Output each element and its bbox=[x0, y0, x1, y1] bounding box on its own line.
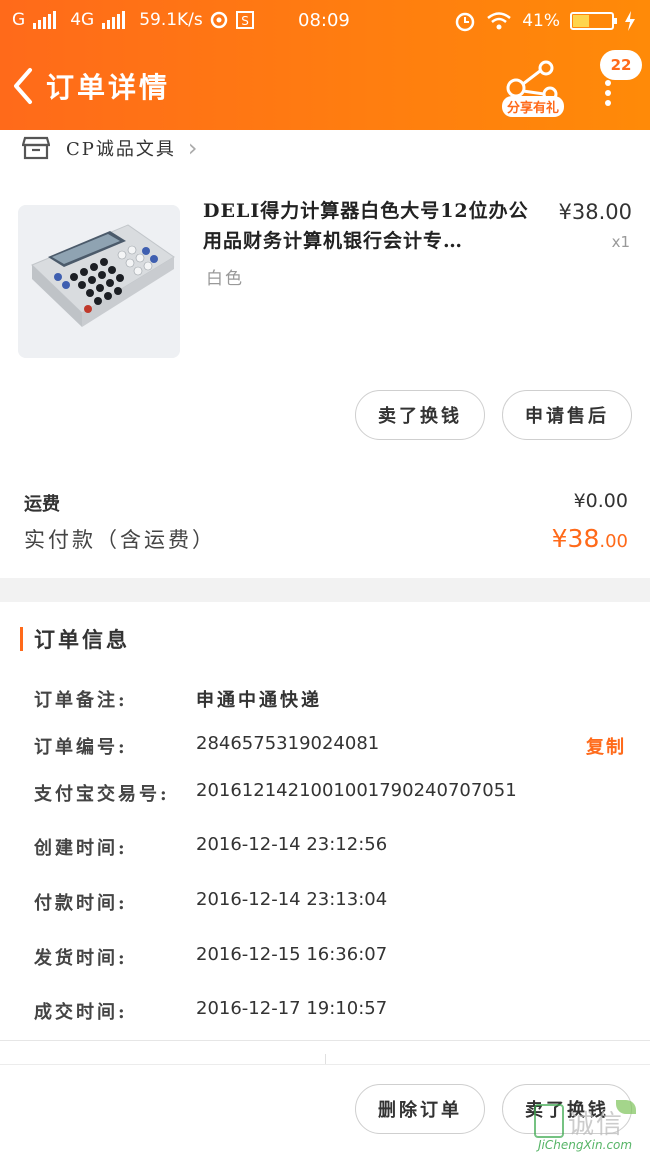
info-label: 成交时间: bbox=[34, 1002, 128, 1023]
product-quantity: x1 bbox=[611, 233, 630, 251]
paid-amount-value: ¥38.00 bbox=[552, 524, 628, 553]
shop-row[interactable]: CP诚品文具 › bbox=[22, 133, 198, 163]
info-label: 支付宝交易号: bbox=[34, 784, 170, 805]
charging-icon bbox=[625, 11, 635, 31]
chevron-right-icon: › bbox=[187, 134, 198, 162]
top-bar: G 4G 59.1K/s S 08:09 41% 订单详情 分享有礼 22 bbox=[0, 0, 650, 130]
after-sales-button[interactable]: 申请售后 bbox=[502, 390, 632, 440]
section-divider bbox=[0, 578, 650, 602]
info-label: 订单编号: bbox=[34, 737, 128, 758]
created-time-value: 2016-12-14 23:12:56 bbox=[196, 834, 388, 855]
completed-time-value: 2016-12-17 19:10:57 bbox=[196, 998, 388, 1019]
product-variant: 白色 bbox=[206, 269, 244, 289]
divider-tick bbox=[325, 1054, 326, 1064]
shop-name: CP诚品文具 bbox=[66, 139, 176, 160]
product-price: ¥38.00 bbox=[558, 200, 632, 224]
status-bar-right: 41% bbox=[454, 10, 636, 32]
clock: 08:09 bbox=[298, 10, 350, 31]
network-label: 4G bbox=[70, 10, 95, 30]
info-label: 付款时间: bbox=[34, 893, 128, 914]
message-count-badge[interactable]: 22 bbox=[600, 50, 642, 80]
paid-time-value: 2016-12-14 23:13:04 bbox=[196, 889, 388, 910]
calculator-image bbox=[18, 205, 180, 358]
delete-order-button[interactable]: 删除订单 bbox=[355, 1084, 485, 1134]
order-number-value: 2846575319024081 bbox=[196, 733, 380, 754]
signal-icon bbox=[33, 11, 57, 29]
order-info-title: 订单信息 bbox=[34, 627, 130, 652]
paid-amount-label: 实付款（含运费） bbox=[24, 528, 216, 552]
more-options-button[interactable] bbox=[600, 80, 616, 106]
resell-button-bottom[interactable]: 卖了换钱 bbox=[502, 1084, 632, 1134]
network-speed: 59.1K/s bbox=[139, 10, 203, 30]
alarm-icon bbox=[455, 12, 475, 32]
app-notification-icon: S bbox=[235, 11, 254, 29]
battery-icon bbox=[570, 12, 617, 30]
shipped-time-value: 2016-12-15 16:36:07 bbox=[196, 944, 388, 965]
carrier-label: G bbox=[12, 10, 26, 30]
info-row-note: 订单备注: 申通中通快递 bbox=[0, 686, 650, 716]
info-label: 发货时间: bbox=[34, 948, 128, 969]
store-icon bbox=[22, 136, 50, 160]
info-row-shipped: 发货时间: 2016-12-15 16:36:07 bbox=[0, 944, 650, 974]
page-title: 订单详情 bbox=[46, 71, 171, 104]
battery-percent: 41% bbox=[522, 11, 560, 31]
product-image[interactable] bbox=[18, 205, 180, 358]
paid-amount-integer: ¥38 bbox=[551, 524, 600, 553]
info-row-paid: 付款时间: 2016-12-14 23:13:04 bbox=[0, 889, 650, 919]
sync-icon bbox=[210, 11, 228, 29]
divider bbox=[0, 1040, 650, 1041]
alipay-trade-number-value: 2016121421001001790240707051 bbox=[196, 780, 517, 801]
info-row-created: 创建时间: 2016-12-14 23:12:56 bbox=[0, 834, 650, 864]
back-button[interactable] bbox=[8, 64, 42, 108]
info-label: 创建时间: bbox=[34, 838, 128, 859]
bottom-bar-border bbox=[0, 1064, 650, 1065]
status-bar-left: G 4G 59.1K/s S bbox=[12, 10, 255, 30]
share-button-label[interactable]: 分享有礼 bbox=[502, 96, 565, 117]
paid-amount-decimal: .00 bbox=[599, 531, 628, 552]
freight-value: ¥0.00 bbox=[573, 490, 628, 512]
wifi-icon bbox=[487, 12, 511, 30]
section-accent-bar bbox=[20, 627, 23, 651]
freight-label: 运费 bbox=[24, 494, 60, 515]
info-label: 订单备注: bbox=[34, 690, 128, 711]
resell-button[interactable]: 卖了换钱 bbox=[355, 390, 485, 440]
info-row-completed: 成交时间: 2016-12-17 19:10:57 bbox=[0, 998, 650, 1028]
copy-button[interactable]: 复制 bbox=[586, 733, 626, 759]
signal-icon-2 bbox=[102, 11, 126, 29]
info-row-order-number: 订单编号: 2846575319024081 复制 bbox=[0, 733, 650, 763]
product-title[interactable]: DELI得力计算器白色大号12位办公用品财务计算机银行会计专… bbox=[203, 196, 535, 256]
watermark-site: JiChengXin.com bbox=[538, 1138, 633, 1152]
svg-text:S: S bbox=[241, 14, 249, 28]
info-row-alipay: 支付宝交易号: 2016121421001001790240707051 bbox=[0, 780, 650, 810]
order-note-value: 申通中通快递 bbox=[196, 690, 322, 711]
